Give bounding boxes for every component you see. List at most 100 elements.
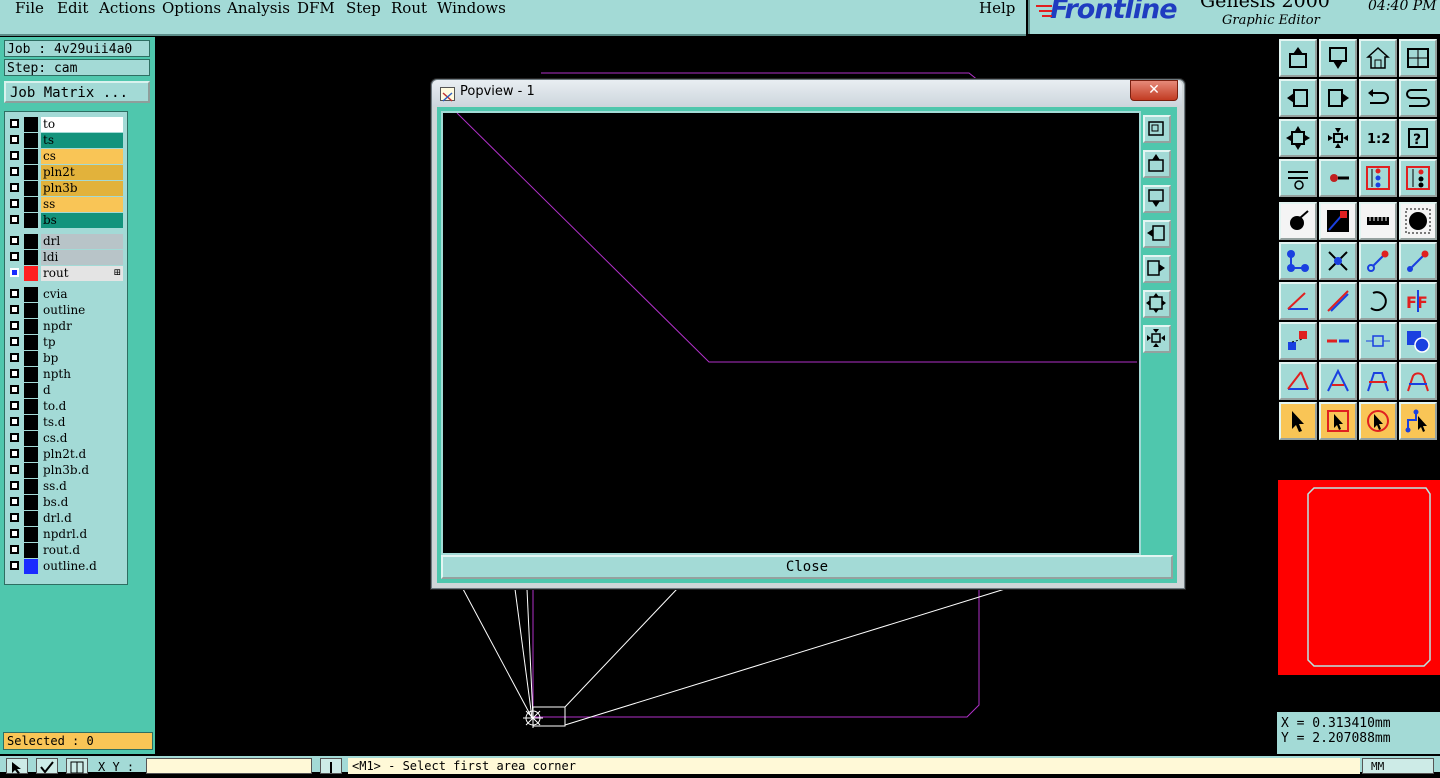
select-box-tool[interactable] xyxy=(1319,402,1357,440)
layer-name[interactable]: cs xyxy=(41,149,123,164)
layer-row[interactable]: npth xyxy=(8,367,126,382)
layer-name[interactable]: cs.d xyxy=(41,431,123,446)
redo-view-tool[interactable] xyxy=(1399,79,1437,117)
popview-zoom-home-button[interactable] xyxy=(1143,115,1171,143)
layer-row[interactable]: drl xyxy=(8,234,126,249)
layer-row[interactable]: npdrl.d xyxy=(8,527,126,542)
home-view-tool[interactable] xyxy=(1359,39,1397,77)
popview-close-button[interactable]: Close xyxy=(441,555,1173,579)
add-pad-tool[interactable] xyxy=(1279,202,1317,240)
layer-row[interactable]: cs xyxy=(8,149,126,164)
layer-name[interactable]: ss.d xyxy=(41,479,123,494)
connect-tool[interactable] xyxy=(1279,242,1317,280)
layer-name[interactable]: to xyxy=(41,117,123,132)
layer-name[interactable]: bp xyxy=(41,351,123,366)
fillet-tool[interactable] xyxy=(1359,362,1397,400)
layer-name[interactable]: ts.d xyxy=(41,415,123,430)
layer-checkbox[interactable] xyxy=(10,385,19,394)
layer-name[interactable]: npdr xyxy=(41,319,123,334)
layer-row[interactable]: cs.d xyxy=(8,431,126,446)
round-corner-tool[interactable] xyxy=(1399,362,1437,400)
pan-up-tool[interactable] xyxy=(1279,39,1317,77)
layer-checkbox[interactable] xyxy=(10,183,19,192)
layer-checkbox[interactable] xyxy=(10,545,19,554)
window-close-button[interactable]: ✕ xyxy=(1130,80,1178,101)
arc-angle-tool[interactable] xyxy=(1279,362,1317,400)
menu-windows[interactable]: Windows xyxy=(437,0,506,17)
layer-checkbox[interactable] xyxy=(10,449,19,458)
line-tool[interactable] xyxy=(1319,282,1357,320)
layer-checkbox[interactable] xyxy=(10,353,19,362)
settings-tool[interactable] xyxy=(1279,159,1317,197)
pan-right-tool[interactable] xyxy=(1319,79,1357,117)
flip-tool[interactable]: FF xyxy=(1399,282,1437,320)
layer-row[interactable]: drl.d xyxy=(8,511,126,526)
split-line-tool[interactable] xyxy=(1319,322,1357,360)
layer-checkbox[interactable] xyxy=(10,135,19,144)
scale-1-2-tool[interactable]: 1:2 xyxy=(1359,119,1397,157)
layer-name[interactable]: pln2t.d xyxy=(41,447,123,462)
move-point-tool[interactable] xyxy=(1359,242,1397,280)
popview-pan-right-button[interactable] xyxy=(1143,255,1171,283)
layer-checkbox[interactable] xyxy=(10,119,19,128)
angle-tool[interactable] xyxy=(1279,282,1317,320)
select-tool[interactable] xyxy=(1279,402,1317,440)
window-split-tool[interactable] xyxy=(1399,39,1437,77)
cross-tool[interactable] xyxy=(1319,242,1357,280)
layer-row[interactable]: to xyxy=(8,117,126,132)
job-matrix-button[interactable]: Job Matrix ... xyxy=(4,81,150,103)
menu-step[interactable]: Step xyxy=(346,0,381,17)
extend-point-tool[interactable] xyxy=(1399,242,1437,280)
layer-name[interactable]: outline xyxy=(41,303,123,318)
popview-canvas[interactable] xyxy=(441,111,1141,555)
layer-name[interactable]: ss xyxy=(41,197,123,212)
overview-map[interactable] xyxy=(1278,480,1440,675)
net-tool[interactable] xyxy=(1359,159,1397,197)
layer-checkbox[interactable] xyxy=(10,199,19,208)
layer-name[interactable]: drl.d xyxy=(41,511,123,526)
layer-checkbox[interactable] xyxy=(10,417,19,426)
layer-row[interactable]: rout ⊞ xyxy=(8,266,126,281)
menu-analysis[interactable]: Analysis xyxy=(227,0,290,17)
pan-down-tool[interactable] xyxy=(1319,39,1357,77)
layer-checkbox[interactable] xyxy=(10,497,19,506)
popview-titlebar[interactable]: Popview - 1 ✕ xyxy=(432,80,1182,106)
layer-checkbox[interactable] xyxy=(10,236,19,245)
copy-tool[interactable] xyxy=(1279,322,1317,360)
layer-checkbox[interactable] xyxy=(10,305,19,314)
layer-row[interactable]: bs xyxy=(8,213,126,228)
layer-row[interactable]: ss xyxy=(8,197,126,212)
popview-zoom-in-button[interactable] xyxy=(1143,290,1171,318)
layer-name[interactable]: outline.d xyxy=(41,559,123,574)
layer-name[interactable]: cvia xyxy=(41,287,123,302)
popview-pan-up-button[interactable] xyxy=(1143,150,1171,178)
layer-checkbox[interactable] xyxy=(10,513,19,522)
snap-center-tool[interactable] xyxy=(1359,322,1397,360)
layer-row[interactable]: pln3b.d xyxy=(8,463,126,478)
menu-rout[interactable]: Rout xyxy=(391,0,427,17)
layer-row[interactable]: rout.d xyxy=(8,543,126,558)
layer-row[interactable]: pln2t xyxy=(8,165,126,180)
layer-checkbox[interactable] xyxy=(10,321,19,330)
layer-row[interactable]: outline xyxy=(8,303,126,318)
layer-name[interactable]: npth xyxy=(41,367,123,382)
layer-checkbox[interactable] xyxy=(10,252,19,261)
add-line-tool[interactable] xyxy=(1319,202,1357,240)
menu-options[interactable]: Options xyxy=(162,0,221,17)
menu-dfm[interactable]: DFM xyxy=(297,0,335,17)
layer-name[interactable]: drl xyxy=(41,234,123,249)
measure-tool[interactable] xyxy=(1359,202,1397,240)
layer-name[interactable]: pln3b.d xyxy=(41,463,123,478)
layer-checkbox[interactable] xyxy=(10,337,19,346)
select-circle-tool[interactable] xyxy=(1359,402,1397,440)
layer-row[interactable]: pln2t.d xyxy=(8,447,126,462)
layer-name[interactable]: pln3b xyxy=(41,181,123,196)
layer-checkbox[interactable] xyxy=(10,215,19,224)
net-select-tool[interactable] xyxy=(1399,159,1437,197)
layer-name[interactable]: pln2t xyxy=(41,165,123,180)
add-round-pad-tool[interactable] xyxy=(1399,202,1437,240)
layer-checkbox[interactable] xyxy=(10,369,19,378)
layer-checkbox[interactable] xyxy=(10,268,19,277)
popview-zoom-out-button[interactable] xyxy=(1143,325,1171,353)
layer-checkbox[interactable] xyxy=(10,561,19,570)
